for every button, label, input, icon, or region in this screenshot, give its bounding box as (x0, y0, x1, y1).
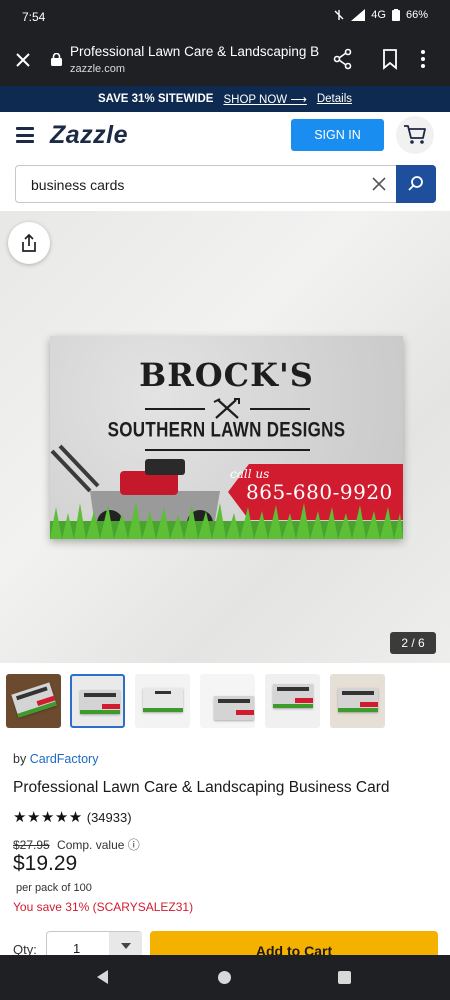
cart-icon (404, 125, 426, 144)
image-counter: 2 / 6 (390, 632, 436, 654)
thumbnail-strip (0, 668, 450, 736)
browser-url[interactable]: zazzle.com (70, 63, 125, 75)
network-label: 4G (371, 9, 386, 21)
promo-text: SAVE 31% SITEWIDE (98, 93, 214, 105)
grass-illustration (50, 501, 403, 539)
status-time: 7:54 (22, 10, 46, 24)
more-options-icon[interactable] (420, 48, 426, 70)
business-card-preview: BROCK'S SOUTHERN LAWN DESIGNS call us 86… (50, 336, 403, 539)
signal-icon (351, 9, 366, 21)
status-icons: 4G 66% (333, 9, 428, 21)
rating-stars: ★★★★★ (13, 809, 83, 826)
by-prefix: by (13, 752, 27, 766)
details-link[interactable]: Details (317, 93, 352, 105)
mute-icon (334, 10, 344, 20)
back-icon[interactable] (96, 970, 110, 984)
thumbnail-6[interactable] (330, 674, 385, 728)
bookmark-icon[interactable] (380, 48, 400, 70)
close-icon[interactable] (12, 49, 34, 71)
share-icon[interactable] (332, 48, 354, 70)
thumbnail-4[interactable] (200, 674, 255, 728)
card-brand-name: BROCK'S (139, 356, 314, 394)
browser-toolbar: Professional Lawn Care & Landscaping Bu.… (0, 34, 450, 86)
zazzle-logo[interactable]: Zazzle (50, 121, 128, 150)
lock-icon (51, 53, 62, 66)
product-rating[interactable]: ★★★★★ (34933) (13, 808, 132, 826)
share-button[interactable] (8, 222, 50, 264)
designer-link[interactable]: CardFactory (30, 752, 99, 766)
status-bar: 7:54 4G 66% (0, 0, 450, 34)
battery-icon (391, 9, 400, 21)
home-icon[interactable] (218, 971, 231, 984)
product-title: Professional Lawn Care & Landscaping Bus… (13, 779, 390, 796)
site-header: Zazzle SIGN IN (0, 112, 450, 162)
comp-value-label[interactable]: Comp. value ⓘ (57, 838, 140, 852)
original-price: $27.95 (13, 838, 50, 852)
card-rule-left (145, 408, 205, 410)
system-nav-bar (0, 955, 450, 1000)
per-pack-label: per pack of 100 (16, 882, 92, 894)
shop-now-link[interactable]: SHOP NOW ⟶ (223, 92, 306, 106)
thumbnail-2[interactable] (70, 674, 125, 728)
thumbnail-5[interactable] (265, 674, 320, 728)
battery-label: 66% (405, 9, 428, 21)
comp-value: $27.95 Comp. value ⓘ (13, 836, 140, 853)
thumbnail-1[interactable] (6, 674, 61, 728)
cart-button[interactable] (396, 116, 434, 154)
savings-label: You save 31% (SCARYSALEZ31) (13, 900, 194, 914)
review-count[interactable]: (34933) (87, 810, 132, 825)
promo-banner: SAVE 31% SITEWIDE SHOP NOW ⟶ Details (0, 86, 450, 112)
search-query[interactable]: business cards (31, 177, 124, 193)
designer-line: by CardFactory (13, 752, 98, 766)
browser-page-title[interactable]: Professional Lawn Care & Landscaping Bu.… (70, 44, 320, 59)
chevron-down-icon (120, 943, 131, 949)
thumbnail-3[interactable] (135, 674, 190, 728)
recent-apps-icon[interactable] (338, 971, 351, 984)
sign-in-button[interactable]: SIGN IN (291, 119, 384, 151)
hamburger-menu-icon[interactable] (16, 127, 34, 143)
search-button[interactable] (396, 165, 436, 203)
sale-price: $19.29 (13, 852, 78, 875)
card-rule-right (250, 408, 310, 410)
clear-search-icon[interactable] (370, 175, 388, 193)
call-us-label: call us (230, 467, 270, 481)
search-icon (408, 176, 423, 191)
qty-value: 1 (73, 941, 81, 956)
search-input[interactable]: business cards (15, 165, 436, 203)
share-upload-icon (22, 233, 36, 252)
product-image-gallery[interactable]: BROCK'S SOUTHERN LAWN DESIGNS call us 86… (0, 211, 450, 663)
